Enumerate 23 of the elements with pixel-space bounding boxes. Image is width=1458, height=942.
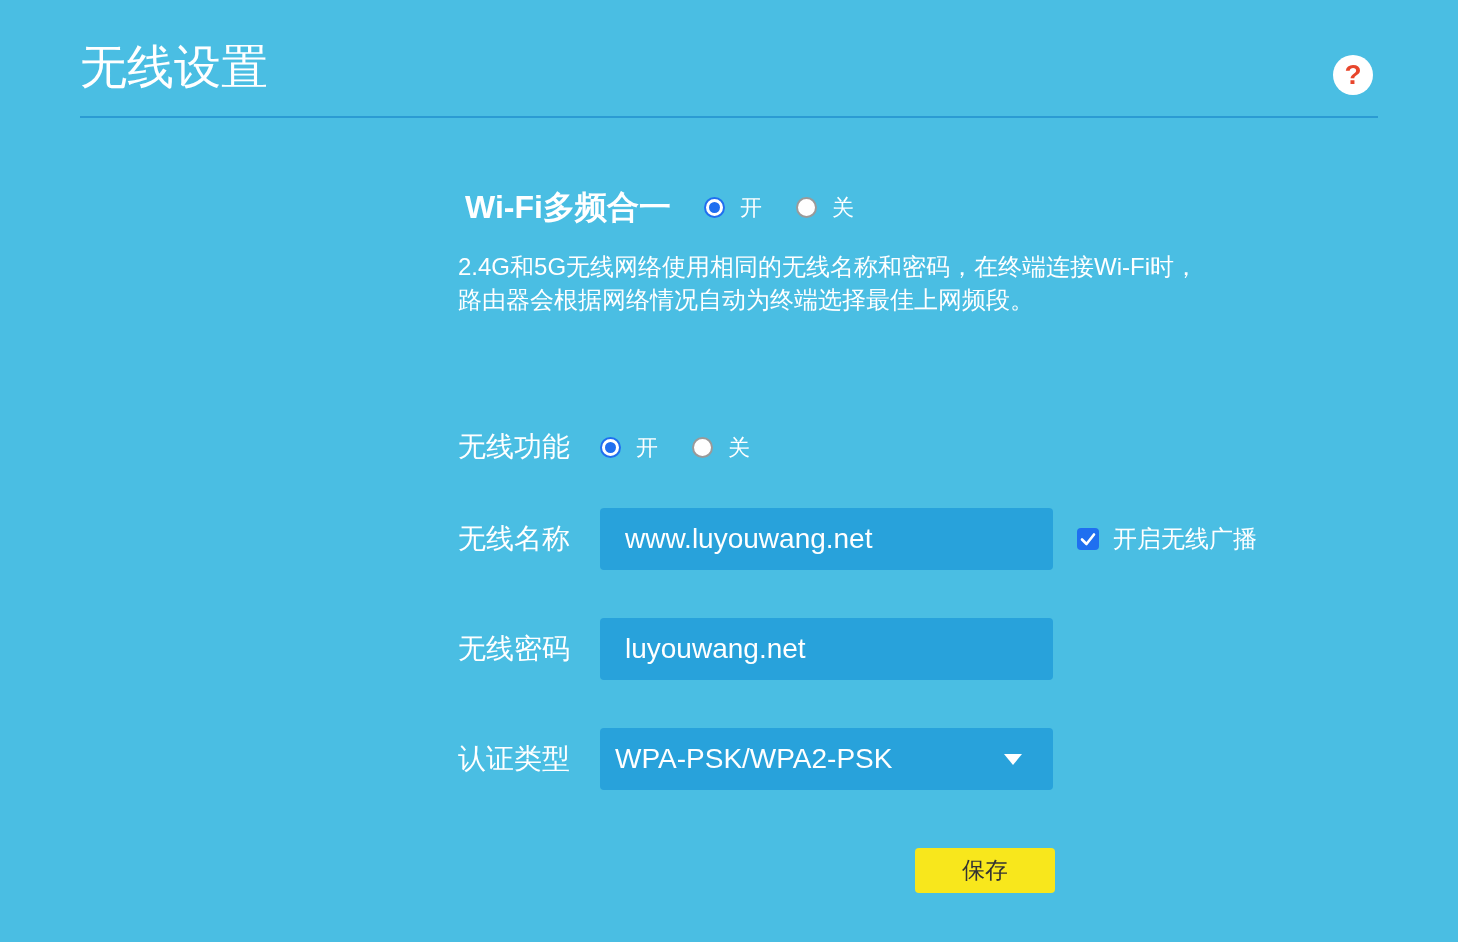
dropdown[interactable]: WPA-PSK/WPA2-PSK [600, 728, 1053, 790]
option-label: 关 [728, 433, 750, 462]
radio-button[interactable] [692, 436, 713, 458]
save-button[interactable]: 保存 [915, 848, 1055, 893]
page-title: 无线设置 [80, 39, 268, 95]
field-label: 认证类型 [458, 742, 571, 776]
radio-button[interactable] [795, 196, 817, 218]
option-label: 开 [636, 433, 658, 462]
field-label: 无线名称 [458, 522, 571, 556]
option-label: 开 [739, 193, 762, 222]
option-label: 关 [831, 193, 854, 222]
field-label: 无线功能 [458, 430, 571, 464]
setting-label: Wi-Fi多频合一 [465, 188, 671, 227]
text-field[interactable]: www.luyouwang.net [600, 508, 1053, 570]
radio-button[interactable] [600, 436, 621, 458]
description-text: 2.4G和5G无线网络使用相同的无线名称和密码，在终端连接Wi-Fi时， 路由器会根据网络情况自动为终端选择最佳上网频段。 [458, 252, 1199, 315]
checkbox[interactable] [1077, 528, 1099, 550]
caret-icon [1004, 753, 1022, 765]
help-button[interactable]: ? [1333, 55, 1373, 95]
text-field[interactable]: luyouwang.net [600, 618, 1053, 680]
radio-button[interactable] [703, 196, 725, 218]
field-label: 无线密码 [458, 632, 571, 666]
checkbox-label: 开启无线广播 [1113, 524, 1257, 554]
